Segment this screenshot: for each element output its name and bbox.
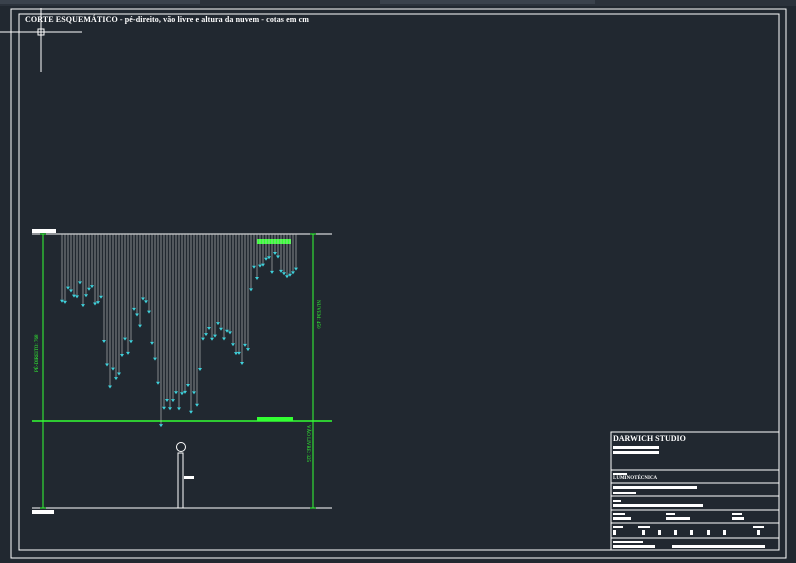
pendant-luminaire bbox=[192, 391, 196, 395]
pendant-luminaire bbox=[78, 281, 82, 285]
pendant-luminaire bbox=[186, 384, 190, 388]
pendant-luminaire bbox=[141, 297, 145, 301]
pendant-luminaire bbox=[216, 322, 220, 326]
pendant-luminaire bbox=[288, 273, 292, 277]
pendant-luminaire bbox=[243, 343, 247, 347]
pendant-luminaire bbox=[129, 340, 133, 344]
pendant-luminaire bbox=[180, 392, 184, 396]
pe-direito-dimension-label: PÉ-DIREITO: 768 bbox=[35, 334, 40, 372]
pendant-luminaire bbox=[234, 352, 238, 356]
pendant-luminaire bbox=[201, 337, 205, 341]
cloud-top-green-bar bbox=[257, 239, 291, 244]
pendant-luminaire bbox=[270, 270, 274, 274]
pendant-luminaire bbox=[153, 357, 157, 361]
ceiling-marker bbox=[32, 229, 56, 233]
pendant-luminaire bbox=[276, 255, 280, 259]
pendant-luminaire bbox=[90, 285, 94, 289]
pendant-luminaire bbox=[171, 399, 175, 403]
pendant-luminaire bbox=[285, 275, 289, 279]
pendant-luminaire bbox=[174, 391, 178, 395]
drawing-title: CORTE ESQUEMÁTICO - pé-direito, vão livr… bbox=[25, 15, 310, 24]
pendant-luminaire bbox=[84, 294, 88, 298]
pendant-luminaire bbox=[228, 331, 232, 335]
pendant-luminaire bbox=[225, 329, 229, 333]
pendant-luminaire bbox=[294, 267, 298, 271]
title-block bbox=[610, 431, 780, 551]
pendant-luminaire bbox=[120, 353, 124, 357]
pendant-luminaire bbox=[231, 343, 235, 347]
pendant-luminaire bbox=[123, 337, 127, 341]
pendant-luminaire bbox=[66, 286, 70, 290]
pendant-luminaire bbox=[282, 272, 286, 276]
studio-name: DARWICH STUDIO bbox=[613, 434, 686, 443]
pendant-luminaire bbox=[168, 407, 172, 411]
nuvem-dimension-label: NUVEM: 450 bbox=[315, 300, 320, 329]
pendant-luminaire bbox=[111, 367, 115, 371]
pendant-luminaire bbox=[240, 361, 244, 365]
pendant-luminaire bbox=[132, 307, 136, 311]
pendant-cables bbox=[61, 234, 297, 425]
pendant-luminaire bbox=[63, 300, 67, 304]
pendant-luminaire bbox=[147, 310, 151, 314]
pendant-luminaire bbox=[222, 337, 226, 341]
pendant-luminaire bbox=[72, 294, 76, 298]
pendant-luminaire bbox=[159, 424, 163, 428]
pendant-luminaire bbox=[210, 337, 214, 341]
pendant-luminaire bbox=[93, 302, 97, 306]
section-drawing bbox=[32, 229, 332, 514]
pendant-luminaire bbox=[204, 333, 208, 337]
cloud-bottom-green-bar bbox=[257, 417, 293, 421]
pendant-luminaire bbox=[213, 334, 217, 338]
pendant-luminaire bbox=[255, 276, 259, 280]
pendant-luminaire bbox=[105, 363, 109, 367]
pendant-luminaire bbox=[135, 313, 139, 317]
pendant-luminaire bbox=[246, 348, 250, 352]
drawing-canvas[interactable] bbox=[0, 0, 796, 563]
pendant-luminaire bbox=[162, 406, 166, 410]
title-block-fills bbox=[613, 446, 765, 548]
pendant-luminaire bbox=[138, 324, 142, 328]
discipline-label: LUMINOTÉCNICA bbox=[613, 476, 658, 481]
pendant-luminaire bbox=[249, 288, 253, 292]
pendant-luminaire bbox=[150, 341, 154, 345]
vao-livre-dimension-label: VÃO LIVRE: 325 bbox=[305, 425, 310, 462]
pendant-luminaire bbox=[252, 265, 256, 269]
floor-marker bbox=[32, 510, 54, 514]
pendant-luminaire bbox=[75, 295, 79, 299]
pendant-luminaire bbox=[102, 339, 106, 343]
sheet-outer-frame bbox=[10, 8, 787, 559]
pendant-luminaire bbox=[165, 399, 169, 403]
pendant-luminaire bbox=[117, 372, 121, 376]
pendant-luminaire bbox=[81, 304, 85, 308]
pendant-luminaire bbox=[69, 289, 73, 293]
pendant-luminaire bbox=[177, 407, 181, 411]
pendant-luminaire bbox=[144, 300, 148, 304]
human-figure-icon bbox=[176, 442, 194, 509]
pendant-luminaire bbox=[219, 327, 223, 331]
pendant-luminaire bbox=[273, 251, 277, 255]
pendant-luminaire bbox=[195, 403, 199, 407]
pendant-luminaire bbox=[108, 385, 112, 389]
pendant-luminaire bbox=[258, 264, 262, 268]
pendant-luminaire bbox=[207, 327, 211, 331]
pendant-luminaire bbox=[156, 381, 160, 385]
pendant-luminaire bbox=[189, 410, 193, 414]
pendant-luminaire bbox=[99, 295, 103, 299]
pendant-luminaire bbox=[126, 351, 130, 355]
pendant-luminaire bbox=[264, 257, 268, 261]
pendant-luminaire bbox=[198, 368, 202, 372]
pendant-luminaire bbox=[237, 351, 241, 355]
pendant-luminaire bbox=[114, 377, 118, 381]
pendant-luminaire bbox=[87, 287, 91, 291]
